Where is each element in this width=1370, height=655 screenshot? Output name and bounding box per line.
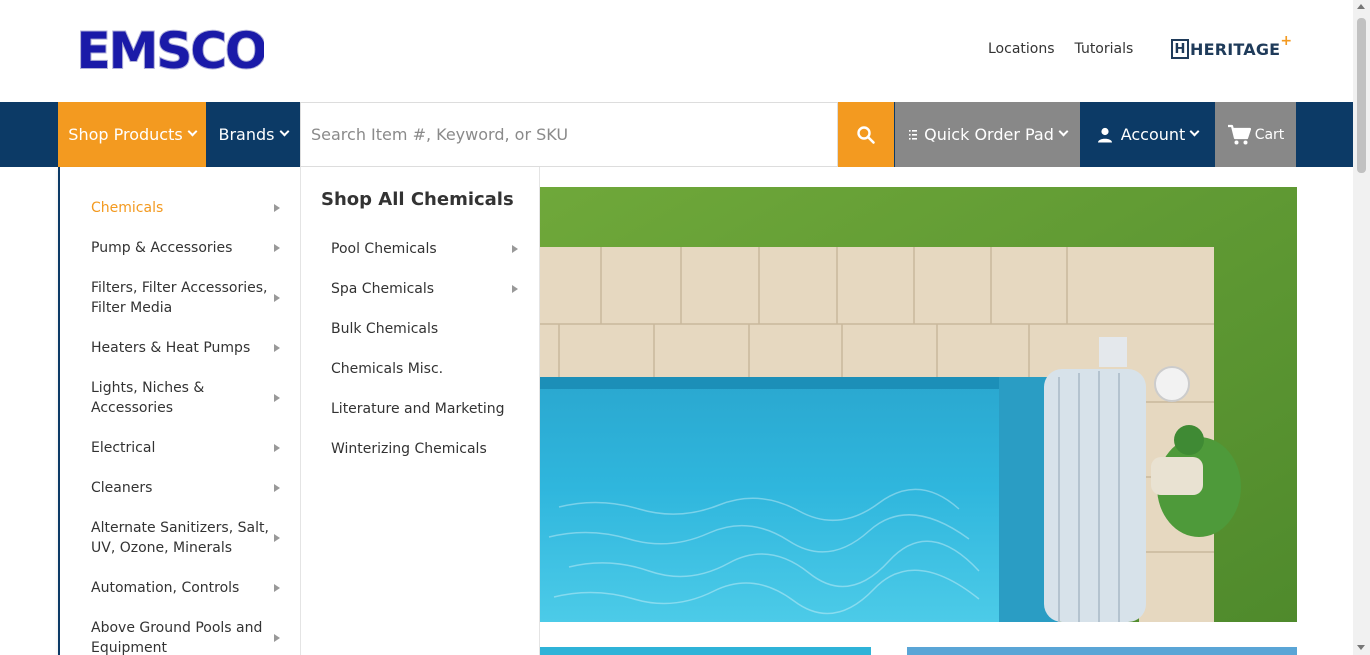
tutorials-link[interactable]: Tutorials	[1075, 41, 1134, 57]
chevron-down-icon	[279, 126, 289, 137]
user-icon	[1097, 127, 1112, 142]
top-links: Locations Tutorials	[988, 41, 1133, 57]
chevron-right-icon	[274, 394, 280, 402]
chevron-right-icon	[274, 294, 280, 302]
chevron-right-icon	[274, 204, 280, 212]
category-label: Cleaners	[91, 480, 153, 496]
chevron-right-icon	[274, 484, 280, 492]
logo-text: EMSCO	[78, 22, 264, 78]
hero-banner-image[interactable]	[539, 187, 1297, 622]
chevron-right-icon	[274, 244, 280, 252]
category-label: Chemicals	[91, 200, 164, 216]
category-pump-accessories[interactable]: Pump & Accessories	[91, 238, 291, 258]
account-button[interactable]: Account	[1081, 102, 1214, 167]
subcategory-pool-chemicals[interactable]: Pool Chemicals	[331, 239, 526, 259]
category-label-line2: Filter Media	[91, 300, 173, 316]
chevron-down-icon	[1189, 126, 1200, 137]
category-label: Electrical	[91, 440, 156, 456]
emsco-logo[interactable]: EMSCO	[78, 20, 264, 78]
search-field	[300, 102, 838, 167]
quick-order-pad-button[interactable]: Quick Order Pad	[895, 102, 1080, 167]
subcategory-menu: Shop All Chemicals Pool Chemicals Spa Ch…	[300, 167, 540, 655]
cart-label: Cart	[1254, 126, 1285, 143]
chevron-right-icon	[274, 634, 280, 642]
site-header: EMSCO Locations Tutorials H HERITAGE +	[0, 0, 1370, 102]
search-icon	[857, 125, 875, 144]
scroll-down-arrow-icon[interactable]	[1357, 645, 1365, 650]
category-label: Heaters & Heat Pumps	[91, 340, 251, 356]
chevron-right-icon	[274, 444, 280, 452]
category-chemicals[interactable]: Chemicals	[91, 198, 291, 218]
chevron-right-icon	[512, 285, 518, 293]
shop-products-button[interactable]: Shop Products	[58, 102, 206, 167]
heritage-logo-text: HERITAGE	[1190, 39, 1281, 59]
promo-tile-2[interactable]	[907, 647, 1297, 655]
page-scrollbar[interactable]	[1353, 0, 1370, 655]
category-label: Alternate Sanitizers, Salt,	[91, 520, 269, 536]
heritage-h-icon: H	[1171, 39, 1189, 59]
chevron-right-icon	[274, 534, 280, 542]
chevron-down-icon	[1058, 126, 1069, 137]
locations-link[interactable]: Locations	[988, 41, 1055, 57]
category-label: Automation, Controls	[91, 580, 240, 596]
subcategory-literature-marketing[interactable]: Literature and Marketing	[331, 399, 526, 419]
subcategory-chemicals-misc[interactable]: Chemicals Misc.	[331, 359, 526, 379]
category-filters[interactable]: Filters, Filter Accessories, Filter Medi…	[91, 278, 291, 318]
cart-button[interactable]: Cart	[1215, 102, 1296, 167]
heritage-plus-icon: +	[1280, 33, 1293, 49]
cart-icon	[1227, 124, 1251, 144]
category-above-ground-pools[interactable]: Above Ground Pools and Equipment	[91, 618, 291, 655]
category-label: Lights, Niches &	[91, 380, 205, 396]
chevron-right-icon	[274, 584, 280, 592]
subcategory-label: Chemicals Misc.	[331, 361, 444, 377]
subcategory-spa-chemicals[interactable]: Spa Chemicals	[331, 279, 526, 299]
subcategory-winterizing-chemicals[interactable]: Winterizing Chemicals	[331, 439, 526, 459]
subcategory-label: Bulk Chemicals	[331, 321, 439, 337]
scroll-up-arrow-icon[interactable]	[1357, 4, 1365, 9]
pool-hero-illustration	[539, 187, 1297, 622]
category-lights[interactable]: Lights, Niches & Accessories	[91, 378, 291, 418]
chevron-right-icon	[512, 245, 518, 253]
subcategory-label: Winterizing Chemicals	[331, 441, 487, 457]
subcategory-label: Literature and Marketing	[331, 401, 505, 417]
category-label: Pump & Accessories	[91, 240, 233, 256]
category-alternate-sanitizers[interactable]: Alternate Sanitizers, Salt, UV, Ozone, M…	[91, 518, 291, 558]
category-menu: Chemicals Pump & Accessories Filters, Fi…	[58, 167, 300, 655]
account-label: Account	[1120, 125, 1186, 144]
promo-tile-1[interactable]	[539, 647, 871, 655]
scroll-thumb[interactable]	[1357, 18, 1366, 173]
category-electrical[interactable]: Electrical	[91, 438, 291, 458]
quick-order-label: Quick Order Pad	[924, 125, 1054, 144]
subcategory-label: Spa Chemicals	[331, 281, 435, 297]
category-heaters[interactable]: Heaters & Heat Pumps	[91, 338, 291, 358]
brands-button[interactable]: Brands	[206, 102, 300, 167]
category-label-line2: UV, Ozone, Minerals	[91, 540, 233, 556]
category-automation[interactable]: Automation, Controls	[91, 578, 291, 598]
heritage-logo[interactable]: H HERITAGE +	[1171, 33, 1292, 61]
category-label-line2: Accessories	[91, 400, 174, 416]
search-button[interactable]	[838, 102, 894, 167]
chevron-right-icon	[274, 344, 280, 352]
category-label: Filters, Filter Accessories,	[91, 280, 268, 296]
shop-all-chemicals-link[interactable]: Shop All Chemicals	[321, 189, 514, 210]
subcategory-label: Pool Chemicals	[331, 241, 437, 257]
category-cleaners[interactable]: Cleaners	[91, 478, 291, 498]
brands-label: Brands	[218, 125, 275, 144]
category-label: Above Ground Pools and	[91, 620, 263, 636]
chevron-down-icon	[187, 126, 198, 137]
subcategory-bulk-chemicals[interactable]: Bulk Chemicals	[331, 319, 526, 339]
search-input[interactable]	[311, 125, 837, 144]
category-label-line2: Equipment	[91, 640, 167, 655]
order-pad-icon	[909, 129, 918, 140]
shop-products-label: Shop Products	[68, 125, 183, 144]
